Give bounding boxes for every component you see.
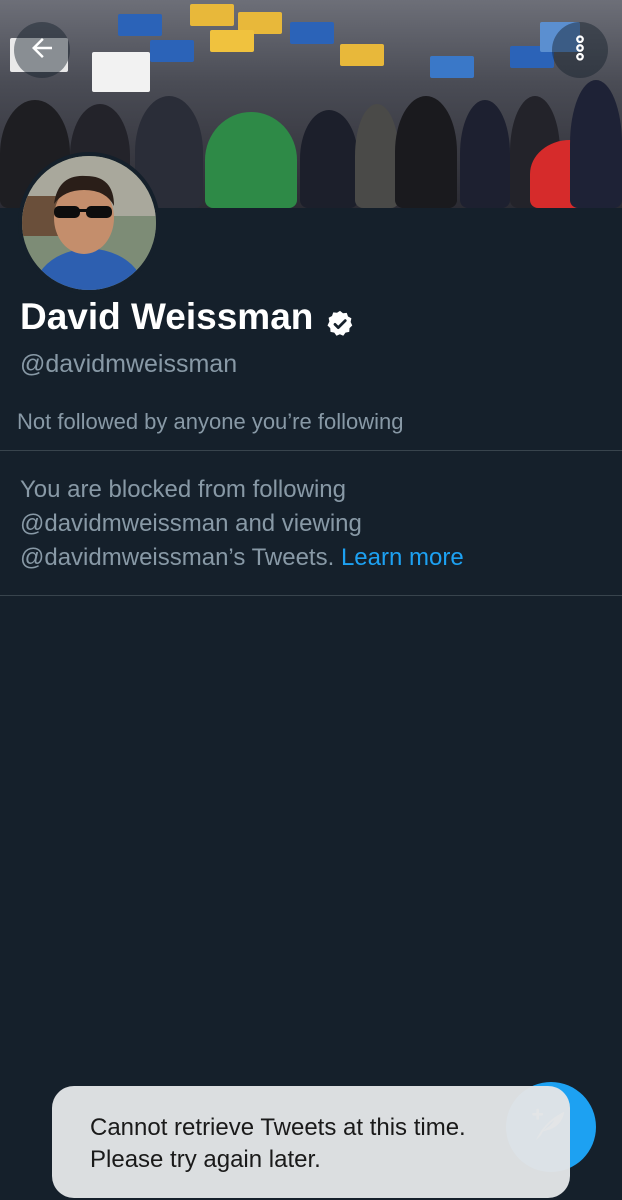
blocked-notice: You are blocked from following @davidmwe… [20,473,610,575]
avatar-image [22,156,156,290]
blocked-notice-line-1: You are blocked from following [20,476,346,503]
divider [0,595,622,596]
display-name-text: David Weissman [20,296,314,337]
learn-more-link[interactable]: Learn more [341,544,464,571]
followed-by-text: Not followed by anyone you’re following [17,409,404,434]
profile-screen: David Weissman @davidmweissman Not follo… [0,0,622,1200]
profile-avatar[interactable] [18,152,160,294]
back-button[interactable] [14,22,70,78]
more-vertical-icon [565,33,595,68]
arrow-left-icon [27,33,57,68]
verified-badge-icon [325,302,355,336]
blocked-notice-line-3: @davidmweissman’s Tweets. Learn more [20,541,610,575]
toast-message-line-2: Please try again later. [90,1146,321,1173]
blocked-notice-line-3-text: @davidmweissman’s Tweets. [20,544,341,571]
toast-message-line-1: Cannot retrieve Tweets at this time. [90,1114,466,1141]
divider [0,450,622,451]
more-options-button[interactable] [552,22,608,78]
blocked-notice-line-2: @davidmweissman and viewing [20,510,362,537]
profile-display-name: David Weissman [20,292,355,342]
profile-handle: @davidmweissman [20,350,238,378]
error-toast: Cannot retrieve Tweets at this time. Ple… [52,1086,570,1198]
